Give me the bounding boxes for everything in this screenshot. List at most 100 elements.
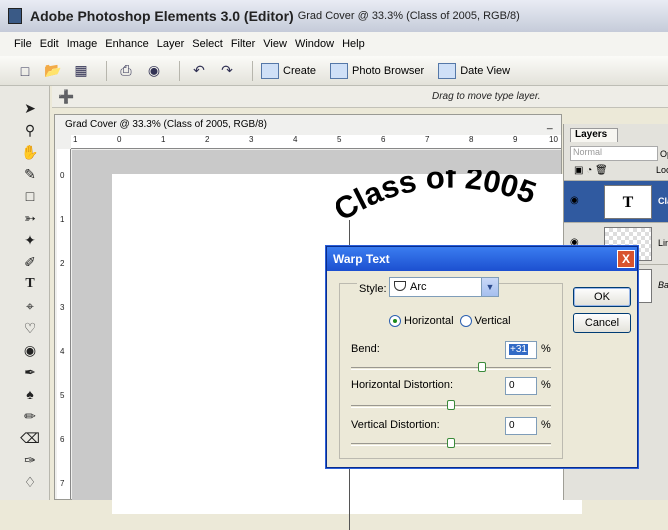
layer-tools-icons[interactable]: ▣ ◔ 🗑: [574, 165, 608, 176]
marquee-icon[interactable]: □: [20, 186, 40, 206]
cookie-cutter-icon[interactable]: ♡: [20, 318, 40, 338]
layer-name: Lin: [658, 238, 668, 248]
options-hint: Drag to move type layer.: [432, 91, 541, 102]
ruler-tick: 1: [161, 135, 166, 144]
horizontal-radio[interactable]: [389, 315, 401, 327]
ruler-tick: 7: [425, 135, 430, 144]
create-label: Create: [283, 64, 317, 77]
ruler-tick: 4: [60, 347, 65, 356]
ruler-top: 1 0 1 2 3 4 5 6 7 8 9 10: [71, 135, 561, 149]
horizontal-distortion-value: 0: [509, 380, 515, 391]
layer-name: Cla: [658, 196, 668, 206]
horizontal-radio-label: Horizontal: [404, 315, 454, 327]
undo-icon[interactable]: ↶: [188, 60, 210, 82]
horizontal-distortion-unit: %: [541, 379, 551, 391]
menu-image[interactable]: Image: [67, 38, 98, 50]
document-minimize-button[interactable]: _: [547, 119, 553, 130]
menu-file[interactable]: File: [14, 38, 32, 50]
menu-filter[interactable]: Filter: [231, 38, 255, 50]
menu-bar: File Edit Image Enhance Layer Select Fil…: [0, 32, 668, 56]
lock-label: Loc: [656, 165, 668, 175]
eye-icon[interactable]: ◉: [570, 195, 579, 206]
shortcuts-toolbar: □ 📂 ▦ ⎙ ◉ ↶ ↷ Create Photo Browser Date …: [0, 56, 668, 86]
menu-layer[interactable]: Layer: [157, 38, 185, 50]
red-eye-icon[interactable]: ◉: [20, 340, 40, 360]
vertical-distortion-slider-thumb[interactable]: [447, 438, 455, 448]
bend-slider[interactable]: [351, 367, 551, 370]
warped-text: Class of 2005: [336, 170, 541, 228]
ruler-tick: 5: [337, 135, 342, 144]
move-tool-options-icon[interactable]: ➕: [58, 89, 76, 105]
vertical-distortion-label: Vertical Distortion:: [351, 419, 440, 431]
photo-browser-label: Photo Browser: [352, 64, 425, 77]
ruler-tick: 8: [469, 135, 474, 144]
dialog-title: Warp Text: [327, 247, 637, 271]
cancel-button[interactable]: Cancel: [573, 313, 631, 333]
bend-slider-thumb[interactable]: [478, 362, 486, 372]
vertical-distortion-input[interactable]: 0: [505, 417, 537, 435]
brush-icon[interactable]: ✑: [20, 450, 40, 470]
ruler-tick: 1: [60, 215, 65, 224]
blend-mode-select[interactable]: Normal: [570, 146, 658, 161]
ruler-tick: 0: [60, 171, 65, 180]
menu-edit[interactable]: Edit: [40, 38, 59, 50]
online-icon[interactable]: ◉: [143, 60, 165, 82]
pencil-icon[interactable]: ✏: [20, 406, 40, 426]
print-icon[interactable]: ⎙: [115, 60, 137, 82]
open-icon[interactable]: 📂: [42, 60, 64, 82]
close-icon[interactable]: X: [617, 250, 635, 268]
paint-bucket-icon[interactable]: ♢: [20, 472, 40, 492]
horizontal-distortion-label: Horizontal Distortion:: [351, 379, 454, 391]
layers-tab[interactable]: Layers: [570, 128, 618, 142]
options-bar: ➕ Drag to move type layer.: [52, 86, 668, 108]
menu-view[interactable]: View: [263, 38, 287, 50]
ruler-tick: 2: [60, 259, 65, 268]
style-value: Arc: [410, 281, 427, 293]
redo-icon[interactable]: ↷: [216, 60, 238, 82]
ruler-tick: 1: [73, 135, 78, 144]
create-button[interactable]: Create: [261, 62, 317, 79]
warped-text-layer[interactable]: Class of 2005: [336, 170, 556, 230]
layer-name: Ba: [658, 280, 668, 290]
move-icon[interactable]: ➤: [20, 98, 40, 118]
save-icon[interactable]: ▦: [70, 60, 92, 82]
chevron-down-icon[interactable]: ▼: [481, 278, 498, 296]
crop-icon[interactable]: ⌖: [20, 296, 40, 316]
horizontal-distortion-slider-thumb[interactable]: [447, 400, 455, 410]
ruler-tick: 2: [205, 135, 210, 144]
bend-unit: %: [541, 343, 551, 355]
lasso-icon[interactable]: ➳: [20, 208, 40, 228]
zoom-icon[interactable]: ⚲: [20, 120, 40, 140]
bend-input[interactable]: +31: [505, 341, 537, 359]
selection-brush-icon[interactable]: ✐: [20, 252, 40, 272]
magic-wand-icon[interactable]: ✦: [20, 230, 40, 250]
ruler-tick: 7: [60, 479, 65, 488]
ruler-tick: 3: [60, 303, 65, 312]
healing-brush-icon[interactable]: ✒: [20, 362, 40, 382]
style-select[interactable]: Arc ▼: [389, 277, 499, 297]
menu-select[interactable]: Select: [192, 38, 223, 50]
style-label: Style:: [357, 283, 389, 295]
ruler-left: 0 1 2 3 4 5 6 7: [57, 149, 71, 499]
type-icon[interactable]: T: [20, 274, 40, 294]
layer-row[interactable]: ◉ T Cla: [564, 180, 668, 222]
eraser-icon[interactable]: ⌫: [20, 428, 40, 448]
new-icon[interactable]: □: [14, 60, 36, 82]
window-titlebar: Adobe Photoshop Elements 3.0 (Editor) Gr…: [0, 0, 668, 32]
menu-enhance[interactable]: Enhance: [105, 38, 148, 50]
menu-window[interactable]: Window: [295, 38, 334, 50]
menu-help[interactable]: Help: [342, 38, 365, 50]
vertical-radio[interactable]: [459, 315, 472, 327]
horizontal-distortion-input[interactable]: 0: [505, 377, 537, 395]
clone-stamp-icon[interactable]: ♠: [20, 384, 40, 404]
photo-browser-button[interactable]: Photo Browser: [330, 62, 425, 79]
date-view-button[interactable]: Date View: [438, 62, 510, 79]
hand-icon[interactable]: ✋: [20, 142, 40, 162]
window-doc-title: Grad Cover @ 33.3% (Class of 2005, RGB/8…: [297, 10, 520, 22]
bend-label: Bend:: [351, 343, 380, 355]
ok-button[interactable]: OK: [573, 287, 631, 307]
ruler-tick: 6: [60, 435, 65, 444]
eyedropper-icon[interactable]: ✎: [20, 164, 40, 184]
toolbar-divider: [252, 60, 253, 81]
create-icon: [261, 62, 279, 79]
